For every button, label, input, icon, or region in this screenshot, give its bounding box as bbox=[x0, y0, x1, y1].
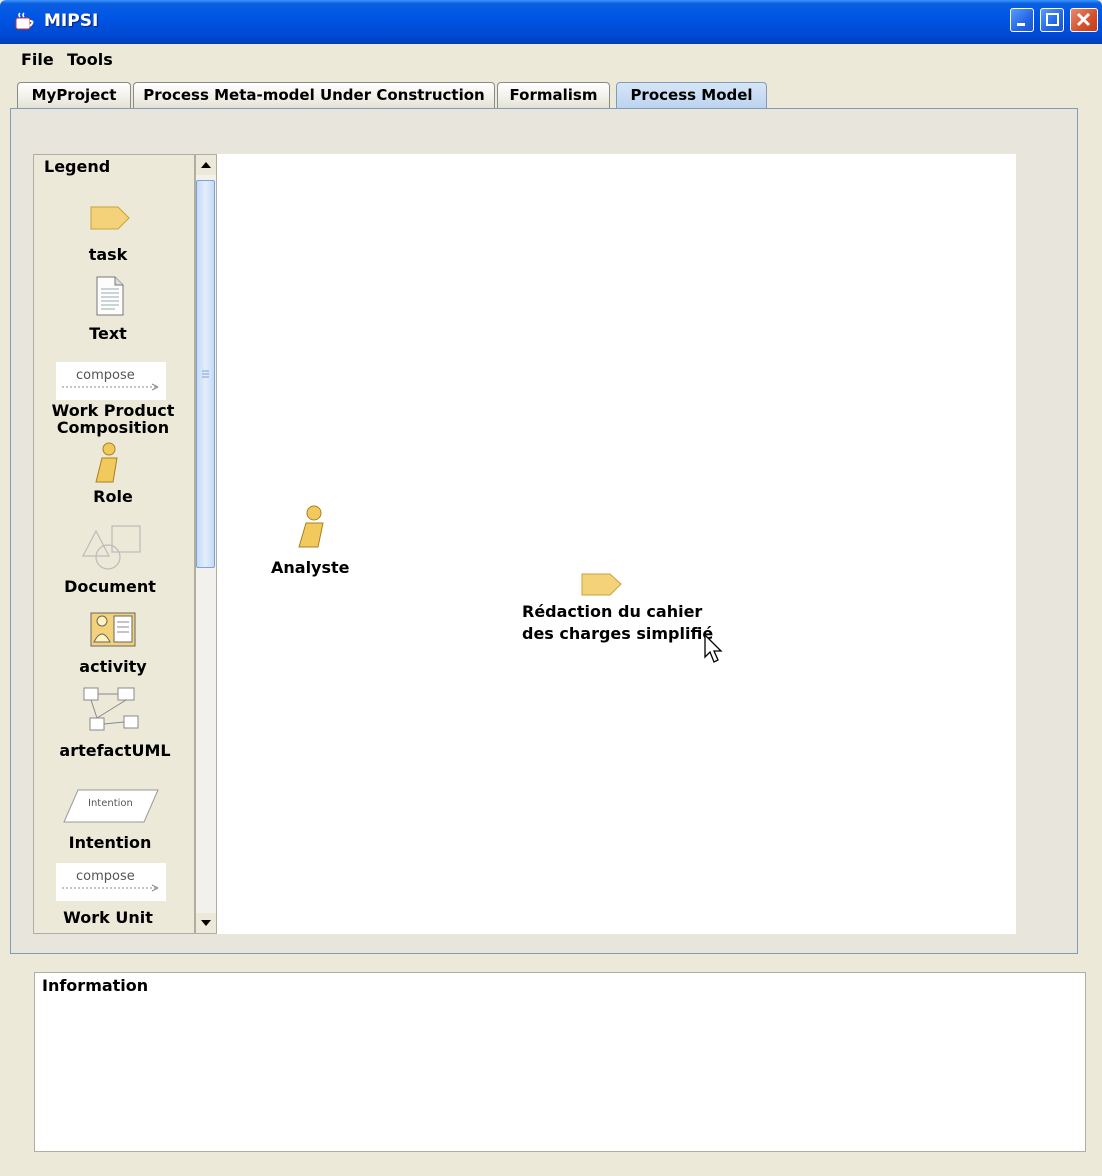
dashed-arrow-icon bbox=[62, 884, 159, 892]
legend-label-activity: activity bbox=[79, 657, 147, 676]
arrow-down-icon bbox=[201, 920, 211, 926]
intention-parallelogram-icon[interactable]: Intention bbox=[62, 788, 160, 824]
menu-tools[interactable]: Tools bbox=[67, 50, 113, 69]
role-node-label[interactable]: Analyste bbox=[271, 557, 350, 579]
document-shapes-icon[interactable] bbox=[80, 523, 144, 571]
java-cup-icon bbox=[15, 12, 34, 30]
information-panel[interactable] bbox=[34, 972, 1086, 1152]
legend-label-work-product-composition: Work Product Composition bbox=[51, 401, 175, 437]
uml-diagram-icon[interactable] bbox=[82, 686, 142, 734]
mouse-cursor-icon bbox=[704, 633, 723, 663]
legend-label-text: Text bbox=[89, 324, 127, 343]
tab-myproject[interactable]: MyProject bbox=[17, 82, 131, 108]
legend-label-work-unit: Work Unit bbox=[63, 908, 153, 927]
maximize-button[interactable] bbox=[1040, 8, 1064, 32]
legend-label-document: Document bbox=[64, 577, 156, 596]
tab-process-meta-model[interactable]: Process Meta-model Under Construction bbox=[133, 82, 495, 108]
window-title: MIPSI bbox=[44, 11, 99, 31]
dashed-arrow-icon bbox=[62, 383, 159, 391]
maximize-icon bbox=[1046, 13, 1059, 26]
scroll-down-button[interactable] bbox=[196, 913, 216, 933]
close-button[interactable] bbox=[1070, 8, 1098, 32]
compose-arrow-icon[interactable]: compose bbox=[56, 362, 166, 400]
minimize-button[interactable] bbox=[1010, 8, 1034, 32]
role-person-icon[interactable] bbox=[93, 440, 123, 484]
task-node-icon[interactable] bbox=[580, 572, 624, 598]
minimize-icon bbox=[1017, 23, 1025, 26]
activity-icon[interactable] bbox=[90, 612, 138, 648]
legend-label-task: task bbox=[88, 245, 128, 264]
task-node-label-line1[interactable]: Rédaction du cahier bbox=[522, 601, 702, 623]
legend-label-intention: Intention bbox=[68, 833, 152, 852]
legend-label-role: Role bbox=[93, 487, 133, 506]
window-title-bar[interactable] bbox=[0, 0, 1102, 44]
menu-bar bbox=[0, 44, 1102, 74]
information-title: Information bbox=[40, 976, 151, 995]
role-node-icon[interactable] bbox=[296, 503, 328, 549]
scrollbar-thumb[interactable] bbox=[196, 180, 215, 568]
text-document-icon[interactable] bbox=[95, 275, 125, 317]
grip-icon bbox=[202, 370, 209, 378]
compose-arrow-icon[interactable]: compose bbox=[56, 863, 166, 901]
menu-file[interactable]: File bbox=[21, 50, 54, 69]
task-icon[interactable] bbox=[88, 203, 132, 233]
tab-formalism[interactable]: Formalism bbox=[497, 82, 610, 108]
legend-title: Legend bbox=[41, 157, 114, 176]
legend-label-artefactuml: artefactUML bbox=[59, 741, 171, 760]
task-node-label-line2[interactable]: des charges simplifié bbox=[522, 623, 713, 645]
process-model-canvas[interactable] bbox=[217, 154, 1016, 934]
tab-process-model[interactable]: Process Model bbox=[616, 82, 767, 108]
intention-icon-text: Intention bbox=[88, 798, 133, 809]
arrow-up-icon bbox=[201, 162, 211, 168]
scroll-up-button[interactable] bbox=[196, 155, 216, 175]
close-icon bbox=[1076, 12, 1091, 27]
